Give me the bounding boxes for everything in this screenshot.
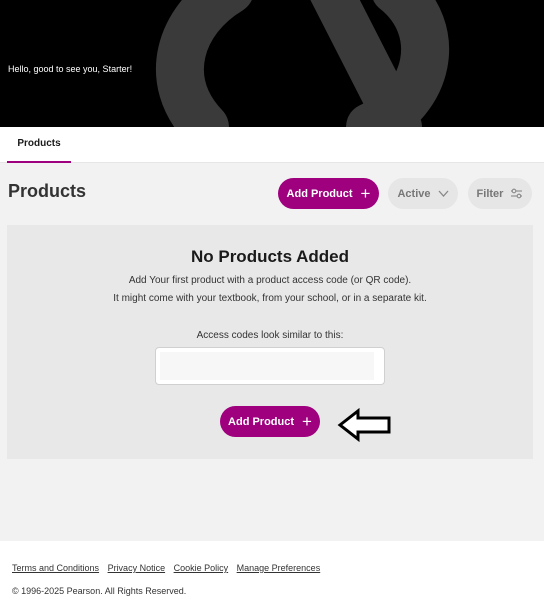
filter-button[interactable]: Filter <box>468 178 532 209</box>
footer-link-preferences[interactable]: Manage Preferences <box>237 563 321 573</box>
chevron-down-icon <box>438 190 449 197</box>
access-code-example <box>155 347 385 385</box>
copyright-text: © 1996-2025 Pearson. All Rights Reserved… <box>12 586 187 596</box>
tab-bar: Products <box>0 127 544 163</box>
footer-link-privacy[interactable]: Privacy Notice <box>108 563 166 573</box>
sliders-icon <box>510 188 523 199</box>
access-code-example-image <box>160 352 374 380</box>
add-product-button[interactable]: Add Product + <box>278 178 379 209</box>
status-dropdown[interactable]: Active <box>388 178 458 209</box>
add-product-label: Add Product <box>286 187 353 200</box>
footer-links: Terms and Conditions Privacy Notice Cook… <box>12 563 326 573</box>
plus-icon: + <box>360 184 371 203</box>
main-content: Products Add Product + Active Filter No … <box>0 163 544 541</box>
plus-icon: + <box>302 412 312 431</box>
footer: Terms and Conditions Privacy Notice Cook… <box>0 541 544 610</box>
footer-link-terms[interactable]: Terms and Conditions <box>12 563 99 573</box>
empty-state-description-2: It might come with your textbook, from y… <box>113 293 427 304</box>
hero-banner: Hello, good to see you, Starter! <box>0 0 544 127</box>
empty-state-title: No Products Added <box>190 247 350 266</box>
add-product-center-label: Add Product <box>228 415 295 428</box>
greeting-text: Hello, good to see you, Starter! <box>8 64 133 74</box>
tab-products[interactable]: Products <box>7 127 71 163</box>
empty-state-panel: No Products Added Add Your first product… <box>7 225 533 459</box>
access-code-label: Access codes look similar to this: <box>196 330 344 341</box>
filter-label: Filter <box>476 187 504 200</box>
footer-link-cookies[interactable]: Cookie Policy <box>174 563 229 573</box>
empty-state-description: Add Your first product with a product ac… <box>128 275 412 286</box>
page-title: Products <box>8 181 87 201</box>
left-arrow-annotation-icon <box>337 407 391 443</box>
status-dropdown-label: Active <box>397 187 431 200</box>
add-product-button-center[interactable]: Add Product + <box>220 406 320 437</box>
